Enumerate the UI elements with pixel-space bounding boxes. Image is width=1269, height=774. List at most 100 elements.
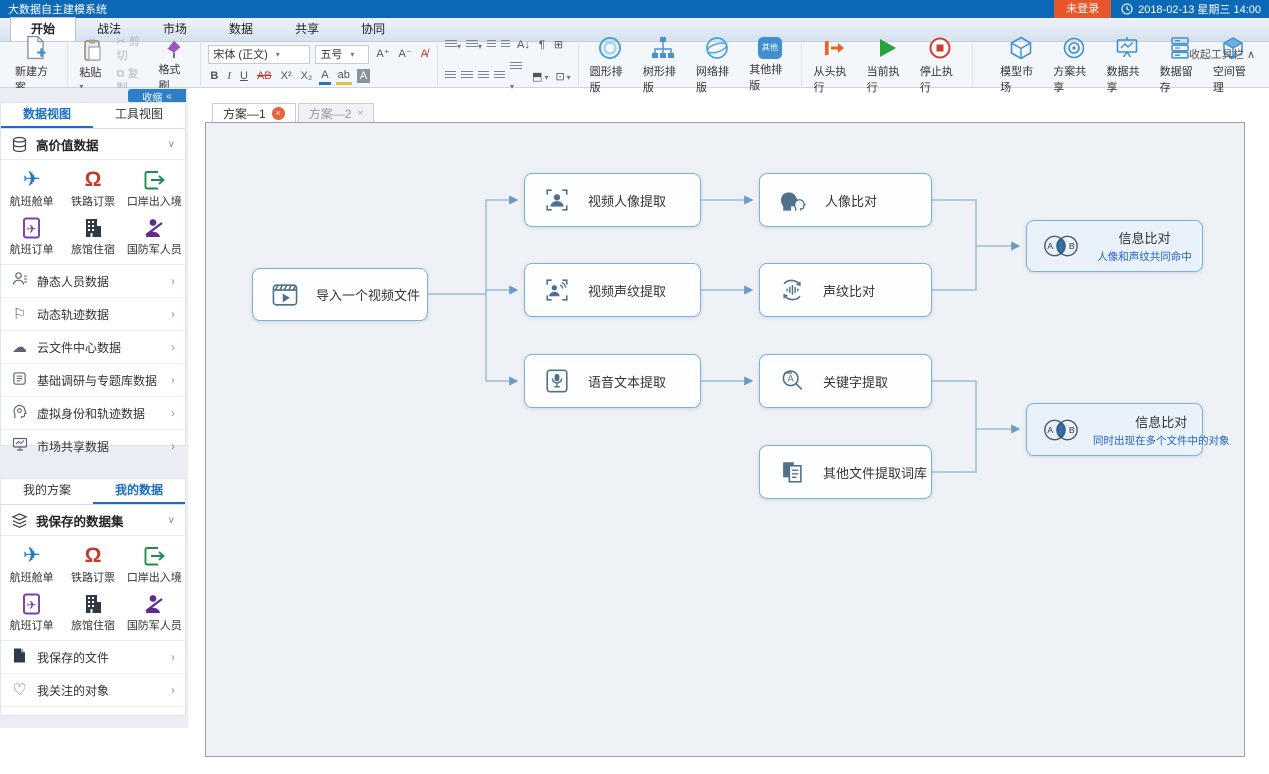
- dataset-flight-manifest[interactable]: ✈ 航班舱单: [1, 540, 62, 588]
- subscript-button[interactable]: X₂: [299, 69, 315, 83]
- shading-button[interactable]: A: [357, 69, 370, 83]
- new-plan-button[interactable]: 新建方案: [11, 34, 60, 95]
- network-layout-button[interactable]: 网络排版: [692, 35, 741, 95]
- model-market-button[interactable]: 模型市场: [996, 35, 1045, 95]
- tab-my-data[interactable]: 我的数据: [93, 479, 185, 504]
- cut-button[interactable]: ✂ 剪切: [115, 35, 151, 63]
- my-saved-files[interactable]: 我保存的文件 ›: [1, 641, 185, 674]
- category-virtual-identity[interactable]: 虚拟身份和轨迹数据 ›: [1, 397, 185, 430]
- node-voiceprint-compare[interactable]: 声纹比对: [759, 263, 932, 317]
- number-list-button[interactable]: ▾: [466, 36, 482, 54]
- tab-tool-view[interactable]: 工具视图: [93, 103, 185, 128]
- format-painter-button[interactable]: 格式刷: [154, 37, 193, 93]
- chevron-down-icon[interactable]: ∨: [168, 515, 175, 526]
- node-subtitle: 人像和声纹共同命中: [1097, 249, 1192, 264]
- category-static-personnel[interactable]: 静态人员数据 ›: [1, 265, 185, 298]
- my-followed-objects[interactable]: ♡ 我关注的对象 ›: [1, 674, 185, 707]
- font-color-button[interactable]: A: [319, 68, 330, 85]
- category-basic-research[interactable]: 基础调研与专题库数据 ›: [1, 364, 185, 397]
- node-other-files-lexicon[interactable]: 其他文件提取词库: [759, 445, 932, 499]
- saved-datasets-header[interactable]: 我保存的数据集 ∨: [1, 505, 185, 536]
- sidebar-collapse-button[interactable]: 收缩 «: [128, 89, 186, 103]
- tab-plan-1[interactable]: 方案—1 ×: [212, 103, 296, 123]
- tree-layout-button[interactable]: 树形排版: [639, 35, 688, 95]
- tab-my-plans[interactable]: 我的方案: [1, 479, 93, 504]
- font-family-select[interactable]: 宋体 (正文)▾: [208, 45, 310, 64]
- italic-button[interactable]: I: [225, 69, 233, 83]
- close-icon[interactable]: ×: [357, 108, 363, 119]
- run-from-start-button[interactable]: 从头执行: [809, 35, 858, 95]
- menu-tab-data[interactable]: 数据: [208, 17, 274, 41]
- dataset-border-entry[interactable]: 口岸出入境: [124, 540, 185, 588]
- space-management-button[interactable]: 空间管理: [1209, 35, 1258, 95]
- new-document-icon: [22, 34, 49, 61]
- my-data-panel: 我的方案 我的数据 我保存的数据集 ∨ ✈ 航班舱单 Ω 铁路订票 口岸出入境 …: [0, 478, 186, 716]
- clear-format-button[interactable]: A̸: [419, 47, 430, 61]
- category-market-shared[interactable]: 市场共享数据 ›: [1, 430, 185, 462]
- login-status-badge[interactable]: 未登录: [1054, 0, 1111, 18]
- borders-button[interactable]: ⊞: [552, 38, 565, 52]
- dataset-rail-ticket[interactable]: Ω 铁路订票: [62, 164, 123, 212]
- dataset-flight-order[interactable]: ✈ 航班订单: [1, 588, 62, 636]
- bullet-list-button[interactable]: ▾: [445, 36, 461, 54]
- data-share-button[interactable]: 数据共享: [1102, 35, 1151, 95]
- superscript-button[interactable]: X²: [279, 69, 294, 83]
- outdent-icon[interactable]: [487, 40, 496, 49]
- data-retention-button[interactable]: 数据留存: [1156, 35, 1205, 95]
- collapse-toolbar-button[interactable]: 收起工具栏 ∧: [1189, 46, 1255, 62]
- align-center-icon[interactable]: [461, 71, 472, 80]
- tab-data-view[interactable]: 数据视图: [1, 103, 93, 128]
- circle-layout-button[interactable]: 圆形排版: [586, 35, 635, 95]
- dataset-hotel-stay[interactable]: 旅馆住宿: [62, 588, 123, 636]
- toolbar-group-layout: 圆形排版 树形排版 网络排版 其他 其他排版: [579, 43, 803, 86]
- node-info-compare-2[interactable]: AB 信息比对 同时出现在多个文件中的对象: [1026, 403, 1203, 456]
- high-value-data-header[interactable]: 高价值数据 ∨: [1, 129, 185, 160]
- close-icon[interactable]: ×: [272, 107, 285, 120]
- category-dynamic-trajectory[interactable]: ⚐ 动态轨迹数据 ›: [1, 298, 185, 331]
- dataset-flight-order[interactable]: ✈ 航班订单: [1, 212, 62, 260]
- other-layout-icon: 其他: [758, 37, 782, 59]
- run-current-button[interactable]: 当前执行: [863, 35, 912, 95]
- dataset-hotel-stay[interactable]: 旅馆住宿: [62, 212, 123, 260]
- align-left-icon[interactable]: [445, 71, 456, 80]
- chevron-right-icon: ›: [171, 373, 175, 387]
- node-speech-text-extract[interactable]: 语音文本提取: [524, 354, 701, 408]
- menu-tab-share[interactable]: 共享: [274, 17, 340, 41]
- node-import-video[interactable]: 导入一个视频文件: [252, 268, 428, 321]
- chevron-down-icon[interactable]: ∨: [168, 139, 175, 150]
- dataset-flight-manifest[interactable]: ✈ 航班舱单: [1, 164, 62, 212]
- font-size-select[interactable]: 五号▾: [315, 45, 369, 64]
- shrink-font-button[interactable]: A⁻: [397, 47, 414, 61]
- highlight-button[interactable]: ab: [336, 68, 352, 85]
- dataset-military-personnel[interactable]: 国防军人员: [124, 588, 185, 636]
- strikethrough-button[interactable]: AB: [255, 69, 274, 83]
- tab-plan-2[interactable]: 方案—2 ×: [298, 103, 375, 123]
- other-layout-button[interactable]: 其他 其他排版: [745, 37, 794, 93]
- stop-run-button[interactable]: 停止执行: [916, 35, 965, 95]
- flow-canvas[interactable]: 导入一个视频文件 视频人像提取 视频声纹提取 语音文本提取 人像: [205, 122, 1245, 757]
- paste-button[interactable]: 粘贴 ▾: [75, 38, 110, 92]
- align-justify-icon[interactable]: [494, 71, 505, 80]
- node-video-voiceprint-extract[interactable]: 视频声纹提取: [524, 263, 701, 317]
- menu-tab-collab[interactable]: 协同: [340, 17, 406, 41]
- dataset-rail-ticket[interactable]: Ω 铁路订票: [62, 540, 123, 588]
- underline-button[interactable]: U: [238, 69, 250, 83]
- dataset-military-personnel[interactable]: 国防军人员: [124, 212, 185, 260]
- grow-font-button[interactable]: A⁺: [374, 47, 391, 61]
- dataset-border-entry[interactable]: 口岸出入境: [124, 164, 185, 212]
- show-marks-button[interactable]: ¶: [537, 38, 547, 52]
- table-border-button[interactable]: ⊡▾: [553, 67, 570, 85]
- node-keyword-extract[interactable]: A 关键字提取: [759, 354, 932, 408]
- category-cloud-file-center[interactable]: ☁ 云文件中心数据 ›: [1, 331, 185, 364]
- indent-icon[interactable]: [501, 40, 510, 49]
- node-video-face-extract[interactable]: 视频人像提取: [524, 173, 701, 227]
- node-info-compare-1[interactable]: AB 信息比对 人像和声纹共同命中: [1026, 220, 1203, 272]
- line-spacing-button[interactable]: ▾: [510, 58, 525, 94]
- fill-color-button[interactable]: ⬒▾: [530, 67, 548, 85]
- align-right-icon[interactable]: [478, 71, 489, 80]
- bold-button[interactable]: B: [208, 69, 220, 83]
- chevron-right-icon: ›: [171, 307, 175, 321]
- sort-button[interactable]: A↓: [515, 38, 532, 52]
- node-face-compare[interactable]: 人像比对: [759, 173, 932, 227]
- plan-share-button[interactable]: 方案共享: [1049, 35, 1098, 95]
